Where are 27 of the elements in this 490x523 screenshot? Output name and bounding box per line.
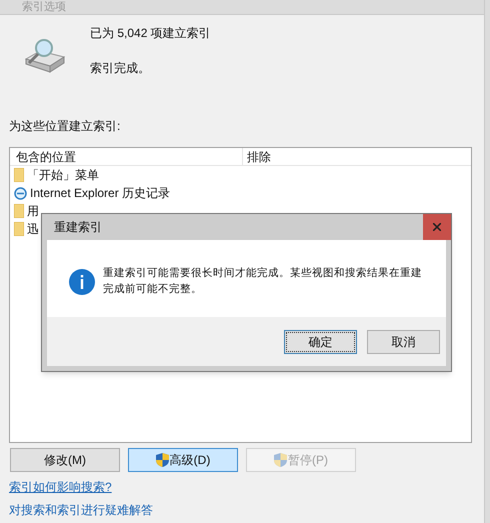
indexed-count-text: 已为 5,042 项建立索引: [90, 25, 211, 42]
indexing-drive-icon: [24, 37, 66, 73]
shield-icon: [156, 453, 169, 467]
location-item[interactable]: 用: [27, 202, 39, 220]
indexing-status-text: 索引完成。: [90, 60, 151, 77]
dialog-message: 重建索引可能需要很长时间才能完成。某些视图和搜索结果在重建完成前可能不完整。: [103, 266, 423, 297]
location-item[interactable]: 迅: [27, 220, 39, 238]
help-link[interactable]: 索引如何影响搜索?: [9, 480, 112, 494]
location-item[interactable]: Internet Explorer 历史记录: [30, 184, 170, 202]
folder-icon: [14, 168, 24, 182]
window-title: 索引选项: [22, 1, 66, 13]
column-header[interactable]: 排除: [243, 148, 271, 166]
troubleshoot-link[interactable]: 对搜索和索引进行疑难解答: [9, 503, 153, 517]
info-icon: [69, 269, 95, 295]
close-icon: [433, 223, 441, 231]
locations-label: 为这些位置建立索引:: [9, 119, 120, 133]
close-button[interactable]: [423, 214, 451, 240]
location-item[interactable]: 「开始」菜单: [27, 166, 99, 184]
dialog-title: 重建索引: [53, 219, 102, 236]
dialog-button[interactable]: 确定: [284, 330, 357, 354]
dialog-button[interactable]: 取消: [367, 330, 440, 354]
folder-icon: [14, 222, 24, 236]
shield-icon: [274, 453, 287, 467]
action-button[interactable]: 高级(D): [128, 448, 238, 472]
folder-icon: [14, 204, 24, 218]
action-button[interactable]: 修改(M): [10, 448, 120, 472]
column-header[interactable]: 包含的位置: [10, 148, 243, 166]
